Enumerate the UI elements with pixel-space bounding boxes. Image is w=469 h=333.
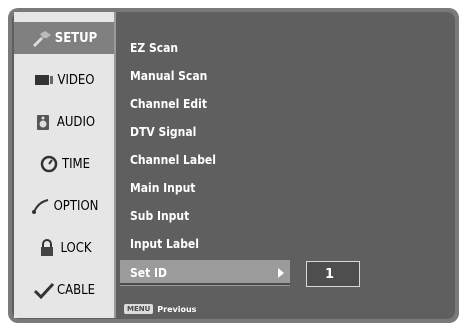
tab-label: VIDEO (57, 72, 95, 88)
menu-item-input-label[interactable]: Input Label (120, 231, 290, 257)
option-icon (30, 197, 52, 215)
menu-item-sub-input[interactable]: Sub Input (120, 203, 290, 229)
menu-item-label: Channel Edit (130, 97, 208, 111)
tab-audio[interactable]: AUDIO (14, 106, 114, 138)
tab-option[interactable]: OPTION (14, 190, 114, 222)
footer-hint: MENU Previous (124, 302, 196, 316)
menu-item-label: DTV Signal (130, 125, 197, 139)
time-icon (38, 155, 60, 173)
tab-video[interactable]: VIDEO (14, 64, 114, 96)
menu-item-dtv-signal[interactable]: DTV Signal (120, 119, 290, 145)
menu-item-label: EZ Scan (130, 41, 179, 55)
tab-lock[interactable]: LOCK (14, 232, 114, 264)
tab-label: OPTION (53, 198, 99, 214)
cable-icon (33, 281, 55, 299)
audio-icon (33, 113, 55, 131)
tab-time[interactable]: TIME (14, 148, 114, 180)
menu-item-ez-scan[interactable]: EZ Scan (120, 35, 290, 61)
menu-item-label: Set ID (130, 266, 167, 280)
set-id-value: 1 (325, 266, 335, 282)
tab-label: SETUP (54, 30, 98, 46)
set-id-value-field[interactable]: 1 (306, 261, 360, 287)
menu-key-icon: MENU (124, 304, 154, 314)
menu-item-channel-label[interactable]: Channel Label (120, 147, 290, 173)
video-icon (33, 71, 55, 89)
arrow-right-icon (278, 268, 284, 278)
lock-icon (36, 239, 58, 257)
tab-label: LOCK (60, 240, 92, 256)
footer-text: Previous (157, 304, 197, 314)
tab-label: TIME (61, 156, 91, 172)
menu-item-label: Main Input (130, 181, 196, 195)
menu-item-label: Channel Label (130, 153, 216, 167)
menu-item-label: Input Label (130, 237, 199, 251)
menu-item-manual-scan[interactable]: Manual Scan (120, 63, 290, 89)
menu-item-channel-edit[interactable]: Channel Edit (120, 91, 290, 117)
setup-menu-list: EZ Scan Manual Scan Channel Edit DTV Sig… (120, 24, 290, 313)
tab-column: SETUP VIDEO AUDIO TIME OPTION LOCK CABLE (14, 12, 116, 318)
menu-item-label: Sub Input (130, 209, 190, 223)
tab-cable[interactable]: CABLE (14, 274, 114, 306)
menu-divider (120, 283, 290, 285)
menu-item-main-input[interactable]: Main Input (120, 175, 290, 201)
menu-item-label: Manual Scan (130, 69, 208, 83)
tab-label: AUDIO (56, 114, 96, 130)
tab-label: CABLE (56, 282, 96, 298)
tab-setup[interactable]: SETUP (14, 22, 114, 54)
setup-icon (31, 29, 53, 47)
